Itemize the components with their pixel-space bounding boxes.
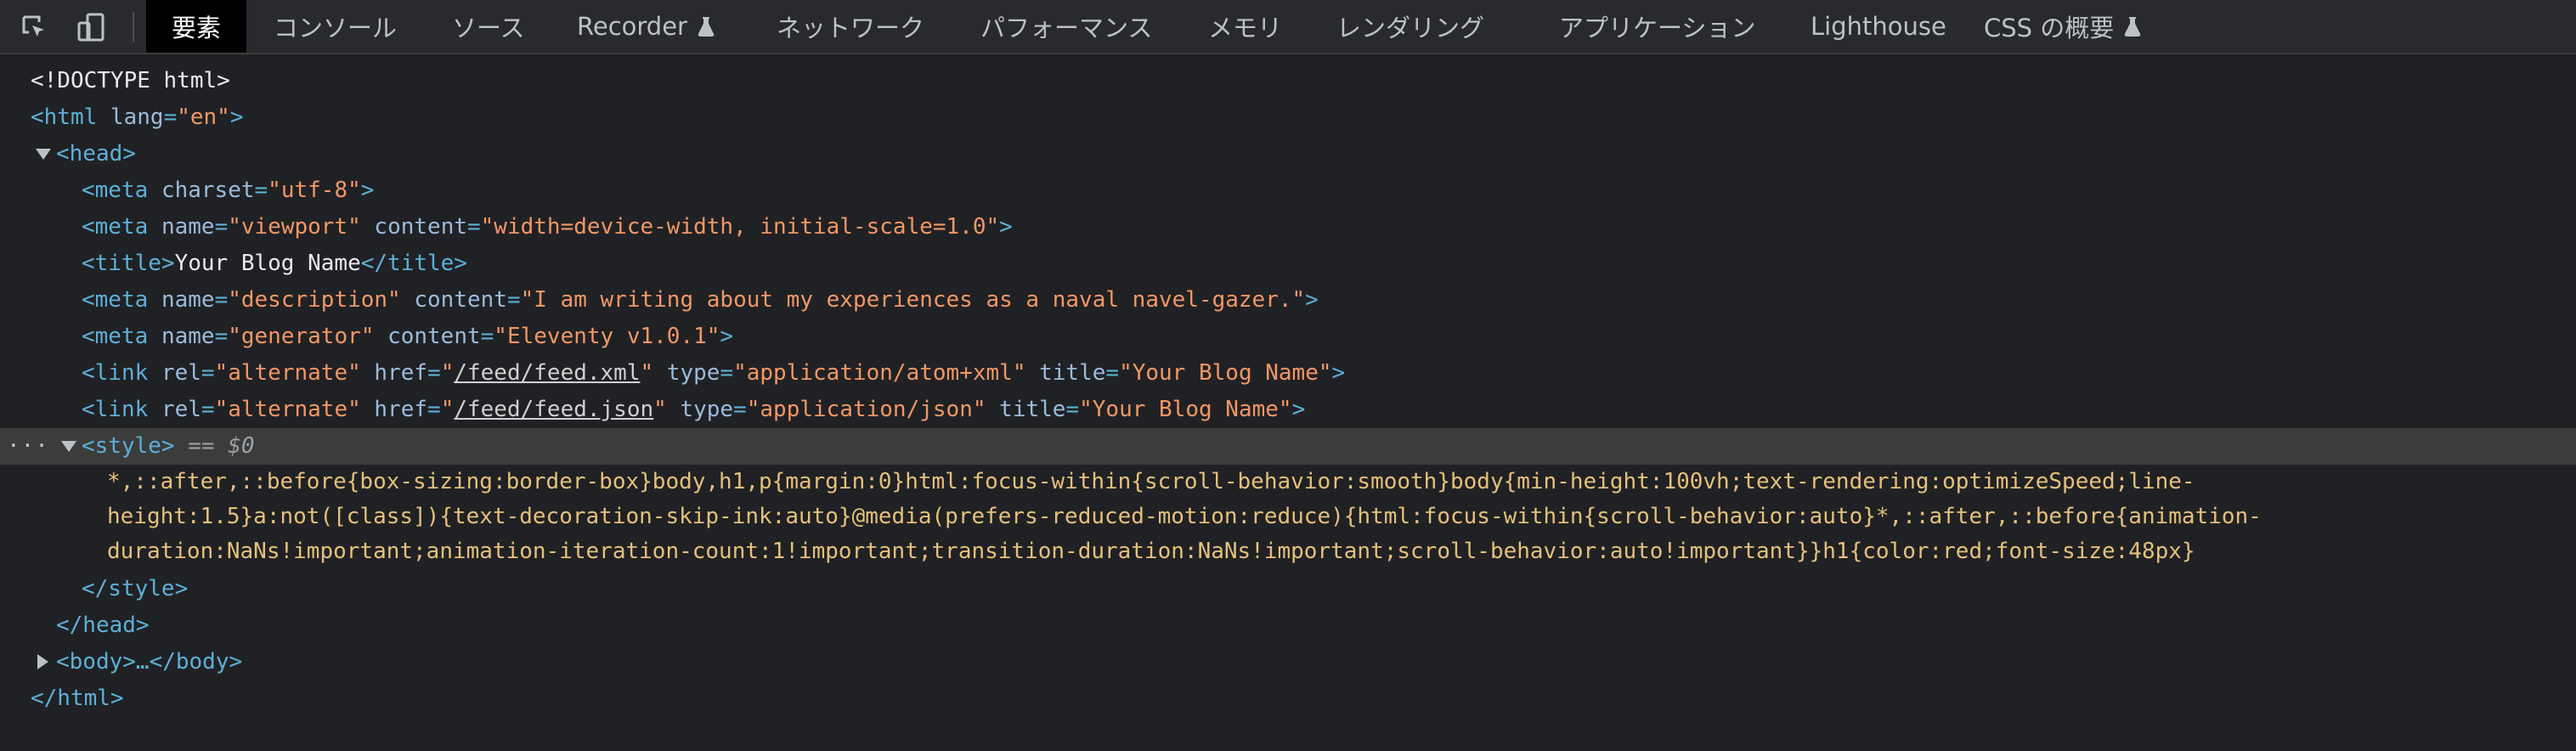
dom-node-html-close[interactable]: </html> xyxy=(0,680,2576,717)
expand-triangle-icon[interactable] xyxy=(61,441,76,452)
tab-performance[interactable]: パフォーマンス xyxy=(980,0,1152,53)
html-open-tag: <html lang="en"> xyxy=(31,104,244,130)
tab-network[interactable]: ネットワーク xyxy=(777,0,924,53)
tag-bracket: > xyxy=(229,104,244,130)
head-open-tag: <head> xyxy=(56,141,136,167)
attr-value: "en" xyxy=(177,104,230,130)
attr-name: lang xyxy=(110,104,164,130)
dom-node-style-selected[interactable]: ··· <style> == $0 xyxy=(0,428,2576,465)
feed-json-link[interactable]: /feed/feed.json xyxy=(454,397,653,422)
title-tag: <title>Your Blog Name</title> xyxy=(82,251,467,276)
tab-label: アプリケーション xyxy=(1559,14,1756,42)
devtools-tabbar: 要素 コンソール ソース Recorder ネットワーク パフォーマンス メモリ… xyxy=(0,0,2576,54)
dom-node-link-feed-xml[interactable]: <link rel="alternate" href="/feed/feed.x… xyxy=(0,355,2576,392)
feed-xml-link[interactable]: /feed/feed.xml xyxy=(454,360,640,386)
tab-label: ネットワーク xyxy=(777,14,925,42)
dom-node-meta-charset[interactable]: <meta charset="utf-8"> xyxy=(0,172,2576,209)
meta-viewport-tag: <meta name="viewport" content="width=dev… xyxy=(82,214,1013,240)
dom-node-meta-viewport[interactable]: <meta name="viewport" content="width=dev… xyxy=(0,209,2576,246)
tab-sources[interactable]: ソース xyxy=(452,0,525,53)
style-css-line-1: *,::after,::before{box-sizing:border-box… xyxy=(0,465,2576,500)
style-css-line-3: duration:NaNs!important;animation-iterat… xyxy=(0,534,2576,569)
doctype-text: <!DOCTYPE html> xyxy=(31,68,230,93)
tab-console[interactable]: コンソール xyxy=(274,0,397,53)
dom-node-doctype[interactable]: <!DOCTYPE html> xyxy=(0,63,2576,99)
flask-icon xyxy=(698,16,715,37)
meta-description-tag: <meta name="description" content="I am w… xyxy=(82,287,1319,313)
link-feed-json-tag: <link rel="alternate" href="/feed/feed.j… xyxy=(82,397,1306,422)
tab-recorder[interactable]: Recorder xyxy=(577,0,715,53)
device-toolbar-icon[interactable] xyxy=(76,12,107,42)
tab-label: Recorder xyxy=(577,12,687,41)
link-feed-xml-tag: <link rel="alternate" href="/feed/feed.x… xyxy=(82,360,1346,386)
style-close-tag: </style> xyxy=(82,576,189,601)
meta-generator-tag: <meta name="generator" content="Eleventy… xyxy=(82,324,734,349)
dom-node-head-close[interactable]: </head> xyxy=(0,607,2576,644)
tab-label: CSS の概要 xyxy=(1984,14,2115,42)
tab-label: 要素 xyxy=(172,14,222,42)
dom-node-meta-generator[interactable]: <meta name="generator" content="Eleventy… xyxy=(0,319,2576,355)
tab-memory[interactable]: メモリ xyxy=(1208,0,1282,53)
html-close-tag: </html> xyxy=(31,686,124,711)
css-text: *,::after,::before{box-sizing:border-box… xyxy=(107,469,2195,494)
expand-triangle-icon[interactable] xyxy=(36,149,51,160)
head-close-tag: </head> xyxy=(56,613,150,638)
style-css-line-2: height:1.5}a:not([class]){text-decoratio… xyxy=(0,500,2576,534)
tab-lighthouse[interactable]: Lighthouse xyxy=(1811,0,1946,53)
dom-node-link-feed-json[interactable]: <link rel="alternate" href="/feed/feed.j… xyxy=(0,392,2576,428)
css-text: height:1.5}a:not([class]){text-decoratio… xyxy=(107,504,2262,529)
elements-dom-tree: <!DOCTYPE html> <html lang="en"> <head> … xyxy=(0,54,2576,751)
more-actions-icon[interactable]: ··· xyxy=(7,428,49,465)
tab-rendering[interactable]: レンダリング xyxy=(1336,0,1484,53)
dom-node-head[interactable]: <head> xyxy=(0,136,2576,172)
dom-node-meta-description[interactable]: <meta name="description" content="I am w… xyxy=(0,282,2576,319)
title-text: Your Blog Name xyxy=(174,251,361,276)
body-collapsed-tag: <body>…</body> xyxy=(56,649,243,675)
tab-label: パフォーマンス xyxy=(980,14,1153,42)
tab-label: レンダリング xyxy=(1336,14,1485,42)
tab-label: メモリ xyxy=(1208,14,1283,42)
flask-icon xyxy=(2124,16,2141,37)
dom-node-style-close[interactable]: </style> xyxy=(0,571,2576,607)
css-text: duration:NaNs!important;animation-iterat… xyxy=(107,539,2195,564)
tag-name: <html xyxy=(31,104,98,130)
dom-node-html[interactable]: <html lang="en"> xyxy=(0,99,2576,136)
tab-label: ソース xyxy=(452,14,525,42)
tab-elements[interactable]: 要素 xyxy=(146,0,247,53)
collapse-triangle-icon[interactable] xyxy=(37,654,48,669)
tab-css-overview[interactable]: CSS の概要 xyxy=(1984,0,2141,53)
selected-node-marker: == $0 xyxy=(188,433,255,459)
toolbar-divider xyxy=(133,12,134,42)
inspect-element-icon[interactable] xyxy=(19,12,49,42)
meta-charset-tag: <meta charset="utf-8"> xyxy=(82,178,375,203)
style-open-tag: <style> == $0 xyxy=(82,433,255,459)
dom-node-body[interactable]: <body>…</body> xyxy=(0,644,2576,680)
dom-node-title[interactable]: <title>Your Blog Name</title> xyxy=(0,246,2576,282)
tab-label: Lighthouse xyxy=(1811,12,1946,41)
tab-label: コンソール xyxy=(274,14,398,42)
tab-application[interactable]: アプリケーション xyxy=(1559,0,1755,53)
